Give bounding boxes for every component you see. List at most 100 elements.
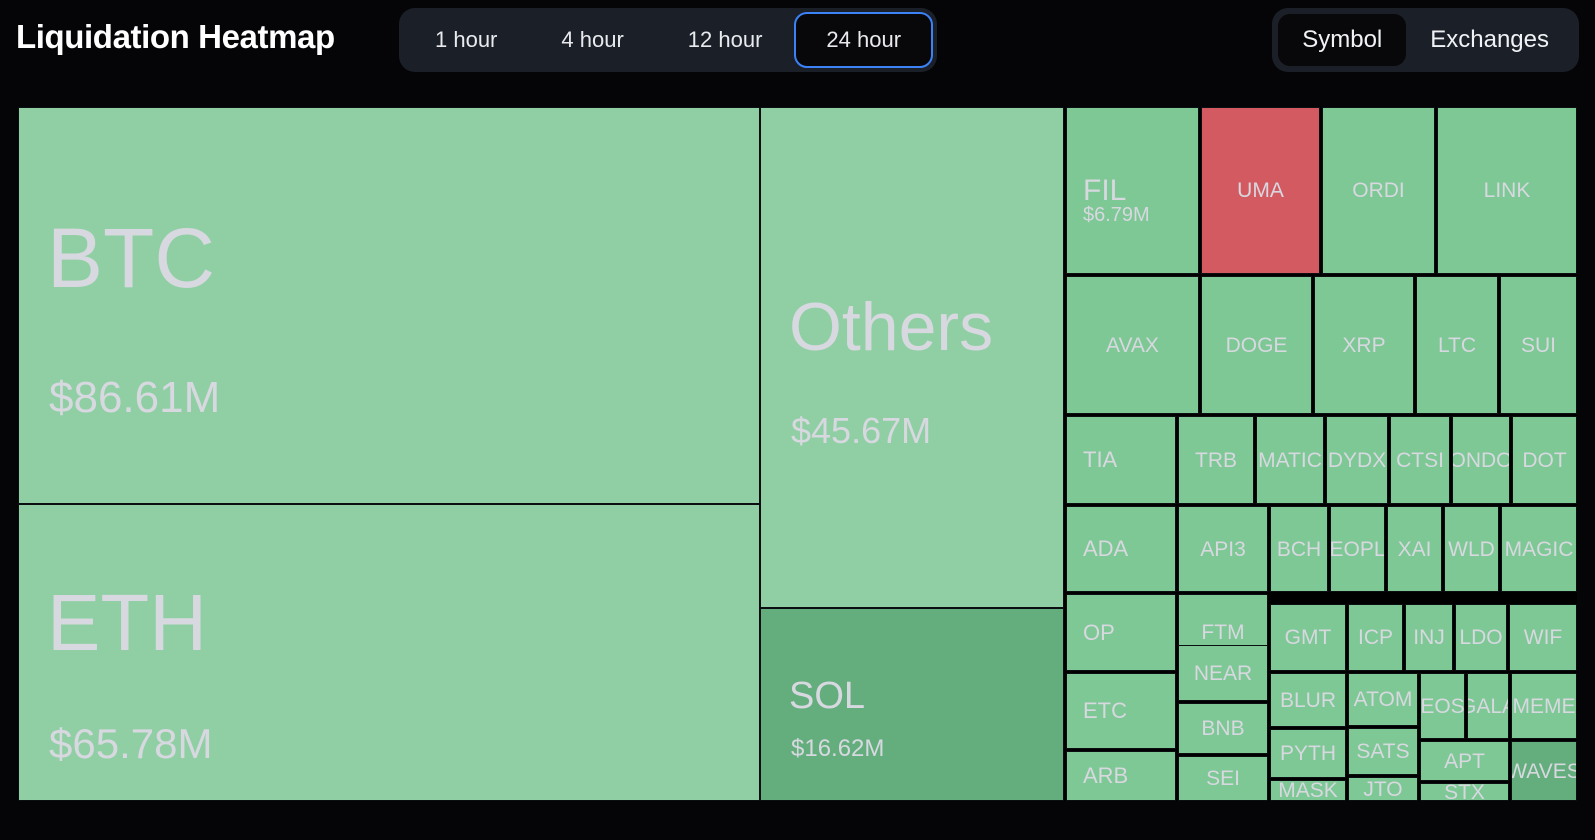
treemap-tile[interactable]: NEAR — [1178, 645, 1268, 701]
tile-symbol: WIF — [1523, 626, 1563, 649]
tile-symbol: API3 — [1200, 537, 1246, 561]
treemap-tile[interactable]: API3 — [1178, 506, 1268, 592]
tile-symbol: GMT — [1284, 626, 1332, 649]
treemap-tile[interactable]: MATIC — [1256, 416, 1324, 504]
treemap-tile[interactable]: ETC — [1066, 673, 1176, 749]
tile-symbol: DOGE — [1225, 333, 1288, 357]
treemap-tile[interactable]: ARB — [1066, 751, 1176, 801]
treemap-tile[interactable]: PYTH — [1270, 729, 1346, 778]
tile-symbol: LINK — [1483, 179, 1531, 202]
treemap-tile[interactable]: FIL $6.79M — [1066, 107, 1199, 274]
treemap-tile[interactable]: LINK — [1437, 107, 1577, 274]
treemap-tile[interactable]: DOGE — [1201, 276, 1312, 414]
tile-symbol: ETH — [47, 578, 207, 667]
treemap-tile[interactable]: XAI — [1387, 506, 1442, 592]
tile-symbol: MAGIC — [1504, 537, 1574, 561]
tile-symbol: STX — [1444, 783, 1485, 801]
treemap-tile[interactable]: WAVES — [1511, 741, 1577, 801]
tile-symbol: TIA — [1083, 447, 1118, 472]
treemap-tile[interactable]: ETH $65.78M — [18, 504, 760, 801]
tile-symbol: FTM — [1201, 621, 1245, 644]
tile-symbol: AVAX — [1106, 333, 1159, 357]
view-toggle-symbol[interactable]: Symbol — [1278, 14, 1407, 66]
treemap-tile[interactable]: BLUR — [1270, 673, 1346, 727]
treemap-tile[interactable]: WLD — [1444, 506, 1499, 592]
treemap-tile[interactable]: Others $45.67M — [760, 107, 1064, 608]
page-title: Liquidation Heatmap — [16, 18, 335, 55]
tile-symbol: SUI — [1520, 333, 1556, 357]
treemap-tile[interactable]: ORDI — [1322, 107, 1435, 274]
treemap-tile[interactable]: MASK — [1270, 780, 1346, 801]
treemap-tile[interactable]: OP — [1066, 594, 1176, 671]
tile-symbol: ONDO — [1452, 448, 1510, 472]
tile-symbol: MATIC — [1258, 448, 1322, 472]
tile-symbol: SATS — [1356, 740, 1410, 763]
tile-symbol: FIL — [1083, 173, 1127, 207]
tile-symbol: NEAR — [1193, 661, 1253, 685]
liquidation-treemap[interactable]: BTC $86.61M ETH $65.78M Others $45.67M SOL $16.… — [18, 107, 1577, 801]
tile-symbol: XRP — [1342, 333, 1386, 357]
tile-symbol: TRB — [1195, 448, 1237, 472]
treemap-tile[interactable]: SOL $16.62M — [760, 608, 1064, 801]
view-toggle-exchanges[interactable]: Exchanges — [1406, 14, 1573, 66]
treemap-tile[interactable]: SATS — [1348, 728, 1418, 775]
timeframe-tab-12-hour[interactable]: 12 hour — [656, 12, 795, 68]
tile-value: $16.62M — [791, 735, 885, 762]
tile-symbol: ICP — [1357, 626, 1393, 649]
treemap-tile[interactable]: JTO — [1348, 777, 1418, 801]
treemap-tile[interactable]: UMA — [1201, 107, 1320, 274]
tile-symbol: BLUR — [1279, 688, 1337, 712]
tile-symbol: GALA — [1468, 694, 1508, 718]
treemap-tile[interactable]: GMT — [1270, 604, 1346, 671]
tile-symbol: EOS — [1420, 694, 1465, 718]
treemap-tile[interactable]: DOT — [1512, 416, 1577, 504]
tile-value: $65.78M — [49, 720, 213, 767]
treemap-tile[interactable]: LDO — [1455, 604, 1507, 671]
treemap-tile[interactable]: ICP — [1348, 604, 1403, 671]
treemap-tile[interactable]: APT — [1420, 741, 1509, 781]
timeframe-tab-1-hour[interactable]: 1 hour — [403, 12, 529, 68]
tile-symbol: JTO — [1363, 777, 1403, 801]
treemap-tile[interactable]: STX — [1420, 783, 1509, 801]
treemap-tile[interactable]: MAGIC — [1501, 506, 1577, 592]
treemap-tile[interactable]: TRB — [1178, 416, 1254, 504]
treemap-tile[interactable]: WIF — [1509, 604, 1577, 671]
tile-symbol: MASK — [1278, 780, 1338, 801]
tile-symbol: WAVES — [1512, 759, 1577, 783]
tile-symbol: PYTH — [1279, 742, 1336, 765]
timeframe-tab-group[interactable]: 1 hour 4 hour 12 hour 24 hour — [399, 8, 938, 72]
treemap-tile[interactable]: AVAX — [1066, 276, 1199, 414]
treemap-tile[interactable]: SEI — [1178, 756, 1268, 801]
tile-symbol: CTSI — [1396, 448, 1444, 472]
treemap-tile[interactable]: BTC $86.61M — [18, 107, 760, 504]
treemap-tile[interactable]: EOS — [1420, 673, 1465, 739]
treemap-tile[interactable]: ATOM — [1348, 673, 1418, 726]
tile-symbol: DOT — [1522, 448, 1567, 472]
treemap-tile[interactable]: GALA — [1467, 673, 1509, 739]
treemap-tile[interactable]: BCH — [1270, 506, 1328, 592]
treemap-tile[interactable]: ONDO — [1452, 416, 1510, 504]
treemap-tile[interactable]: ADA — [1066, 506, 1176, 592]
tile-symbol: ETC — [1083, 698, 1127, 723]
treemap-tile[interactable]: DYDX — [1326, 416, 1388, 504]
tile-symbol: PEOPLE — [1330, 537, 1385, 561]
tile-symbol: ARB — [1083, 763, 1129, 788]
timeframe-tab-24-hour[interactable]: 24 hour — [794, 12, 934, 68]
treemap-tile[interactable]: TIA — [1066, 416, 1176, 504]
treemap-tile[interactable]: LTC — [1416, 276, 1498, 414]
treemap-tile[interactable]: XRP — [1314, 276, 1414, 414]
treemap-tile[interactable]: BNB — [1178, 703, 1268, 754]
treemap-tile[interactable]: CTSI — [1390, 416, 1450, 504]
tile-symbol: OP — [1083, 619, 1115, 645]
treemap-tile[interactable]: INJ — [1405, 604, 1453, 671]
treemap-tile[interactable]: MEME — [1511, 673, 1577, 739]
timeframe-tab-4-hour[interactable]: 4 hour — [529, 12, 655, 68]
tile-symbol: XAI — [1397, 537, 1432, 561]
tile-symbol: UMA — [1237, 179, 1284, 202]
treemap-tile[interactable]: SUI — [1500, 276, 1577, 414]
tile-symbol: APT — [1444, 749, 1485, 773]
tile-symbol: DYDX — [1327, 448, 1387, 472]
tile-value: $86.61M — [49, 373, 221, 422]
treemap-tile[interactable]: PEOPLE — [1330, 506, 1385, 592]
view-toggle-group[interactable]: Symbol Exchanges — [1272, 8, 1579, 72]
